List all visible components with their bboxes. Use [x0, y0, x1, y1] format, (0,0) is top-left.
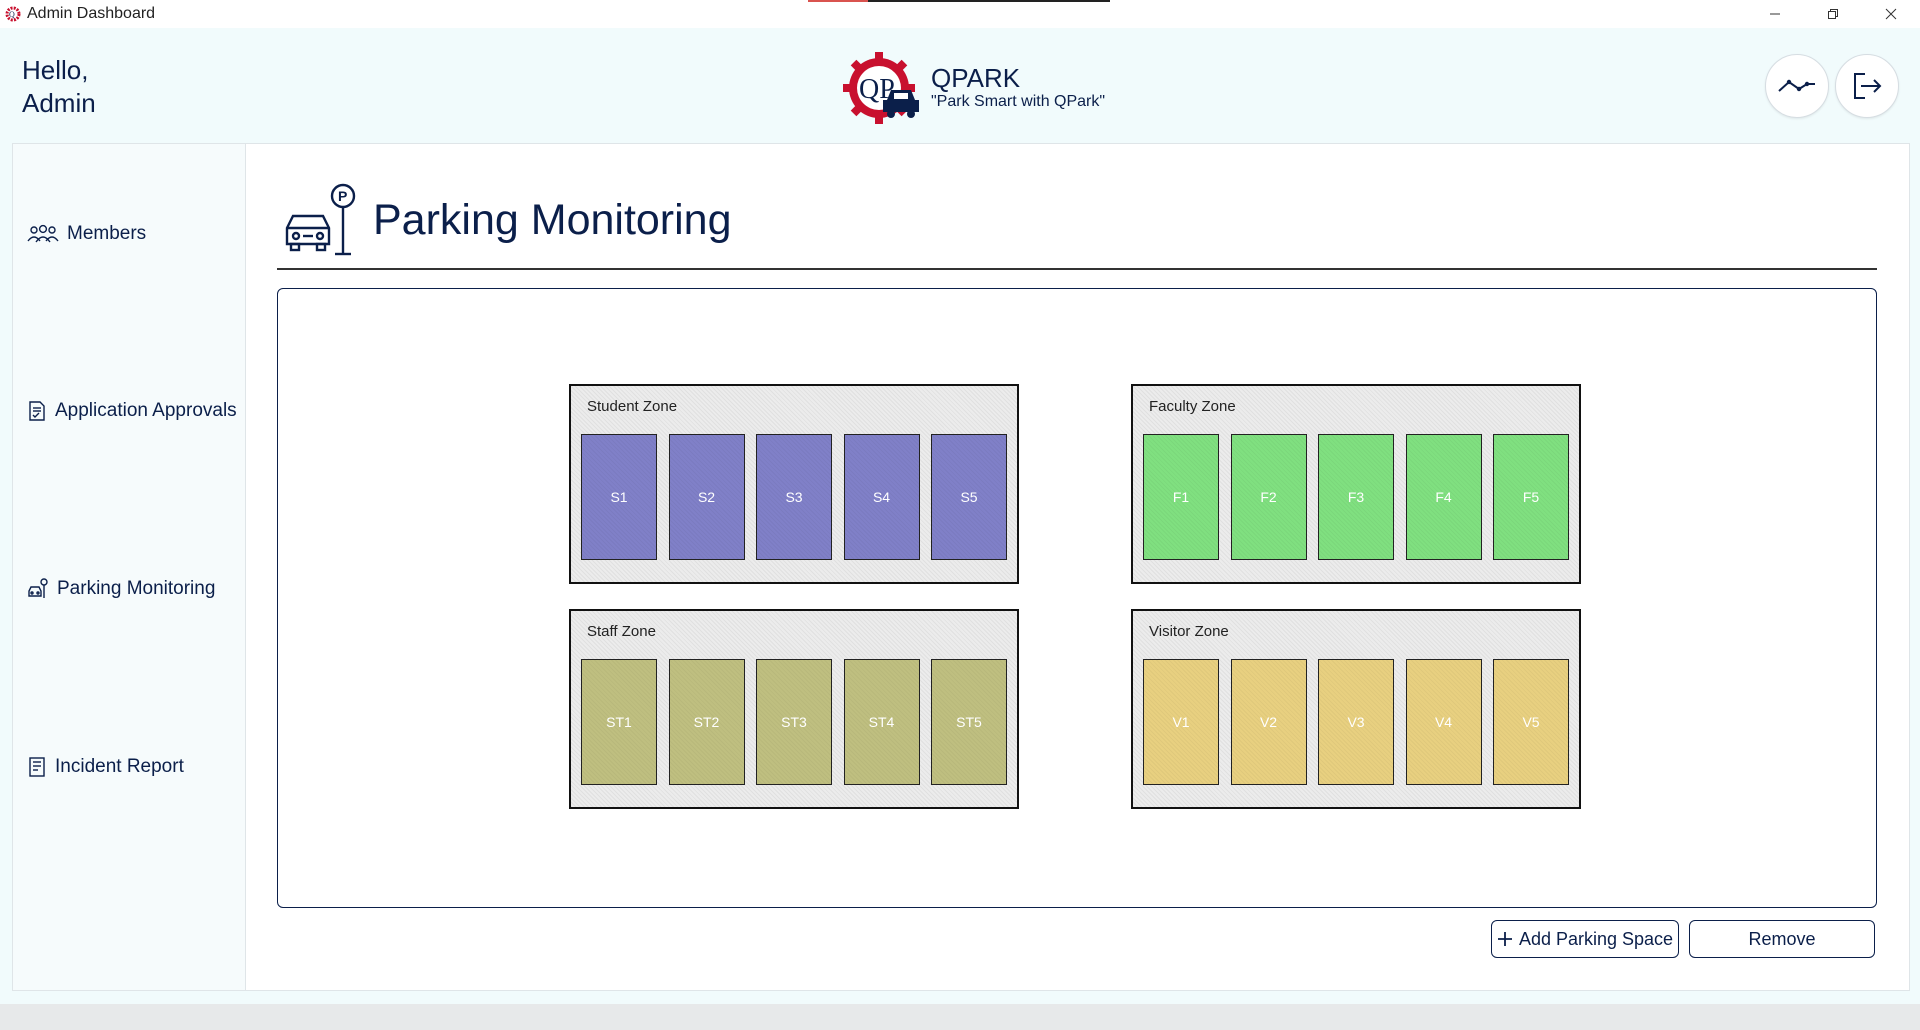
restore-button[interactable] — [1804, 0, 1862, 28]
parking-map: Student Zone S1 S2 S3 S4 S5 Faculty Zone F1 F… — [277, 288, 1877, 908]
sidebar-item-label: Members — [67, 223, 147, 244]
sidebar-item-parking-monitoring[interactable]: Parking Monitoring — [27, 578, 215, 600]
parking-slot-v1[interactable]: V1 — [1143, 659, 1219, 785]
greeting-line-1: Hello, — [22, 55, 89, 85]
parking-slot-st2[interactable]: ST2 — [668, 659, 745, 785]
sidebar-item-members[interactable]: Members — [27, 223, 146, 245]
window-controls — [1746, 0, 1920, 28]
greeting: Hello, Admin — [22, 54, 96, 120]
zone-name: Visitor Zone — [1149, 623, 1229, 640]
app-window: Hello, Admin QP QPARK "Park Smart with Q… — [0, 28, 1920, 1004]
restore-icon — [1828, 9, 1838, 19]
zone-name: Student Zone — [587, 398, 678, 415]
parking-slot-v4[interactable]: V4 — [1405, 659, 1482, 785]
status-bar — [0, 1004, 1920, 1030]
sidebar-item-label: Application Approvals — [55, 400, 237, 421]
zone-staff: Staff Zone ST1 ST2 ST3 ST4 ST5 — [569, 609, 1019, 809]
brand: QP QPARK "Park Smart with QPark" — [841, 48, 1105, 128]
svg-text:Q: Q — [9, 10, 15, 19]
svg-text:P: P — [338, 188, 347, 204]
car-parking-sign-icon: P — [285, 183, 356, 256]
parking-slot-s1[interactable]: S1 — [581, 434, 657, 560]
parking-slot-s4[interactable]: S4 — [843, 434, 920, 560]
page-header: P Parking Monitoring — [283, 182, 732, 258]
brand-name: QPARK — [931, 63, 1021, 93]
main-panel: Members Application Approvals Parking Mo… — [12, 143, 1910, 991]
sidebar-item-incident-report[interactable]: Incident Report — [27, 756, 184, 778]
parking-slot-f1[interactable]: F1 — [1143, 434, 1219, 560]
parking-slot-st3[interactable]: ST3 — [756, 659, 832, 785]
header: Hello, Admin QP QPARK "Park Smart with Q… — [0, 28, 1920, 141]
brand-tagline: "Park Smart with QPark" — [931, 93, 1106, 110]
logout-button[interactable] — [1835, 54, 1899, 118]
close-button[interactable] — [1862, 0, 1920, 28]
window-title: Admin Dashboard — [27, 5, 156, 22]
qpark-logo-icon: QP — [843, 52, 919, 124]
zone-visitor: Visitor Zone V1 V2 V3 V4 V5 — [1131, 609, 1581, 809]
minimize-button[interactable] — [1746, 0, 1804, 28]
add-parking-space-button[interactable]: Add Parking Space — [1491, 920, 1679, 958]
app-logo-icon: Q — [5, 6, 21, 22]
title-bar: Q Admin Dashboard — [0, 0, 1920, 28]
approvals-document-icon — [29, 401, 45, 421]
trend-line-icon — [1778, 79, 1815, 92]
parking-slot-s5[interactable]: S5 — [931, 434, 1007, 560]
sidebar: Members Application Approvals Parking Mo… — [13, 144, 246, 990]
minimize-icon — [1770, 13, 1780, 15]
parking-slot-v5[interactable]: V5 — [1493, 659, 1569, 785]
parking-slot-f4[interactable]: F4 — [1405, 434, 1482, 560]
add-parking-space-label: Add Parking Space — [1518, 928, 1674, 949]
title-divider — [277, 268, 1877, 270]
zone-name: Staff Zone — [587, 623, 656, 640]
greeting-username: Admin — [22, 88, 96, 118]
sidebar-item-application-approvals[interactable]: Application Approvals — [27, 400, 237, 422]
parking-slot-f2[interactable]: F2 — [1230, 434, 1307, 560]
parking-slot-st4[interactable]: ST4 — [843, 659, 920, 785]
parking-slot-f5[interactable]: F5 — [1493, 434, 1569, 560]
parking-slot-s2[interactable]: S2 — [668, 434, 745, 560]
parking-slot-v3[interactable]: V3 — [1318, 659, 1394, 785]
report-icon — [29, 757, 45, 777]
close-icon — [1885, 8, 1897, 20]
zone-faculty: Faculty Zone F1 F2 F3 F4 F5 — [1131, 384, 1581, 584]
parking-slot-s3[interactable]: S3 — [756, 434, 832, 560]
parking-slot-st1[interactable]: ST1 — [581, 659, 657, 785]
analytics-button[interactable] — [1765, 54, 1829, 118]
zone-name: Faculty Zone — [1149, 398, 1236, 415]
sidebar-item-label: Incident Report — [55, 756, 184, 777]
title-accent-line — [808, 0, 1110, 2]
remove-button[interactable]: Remove — [1689, 920, 1875, 958]
logout-icon — [1854, 73, 1882, 99]
remove-label: Remove — [1748, 928, 1816, 949]
page-title: Parking Monitoring — [373, 195, 732, 244]
parking-slot-st5[interactable]: ST5 — [931, 659, 1007, 785]
sidebar-item-label: Parking Monitoring — [57, 578, 216, 599]
car-parking-icon — [28, 578, 48, 598]
zone-student: Student Zone S1 S2 S3 S4 S5 — [569, 384, 1019, 584]
plus-icon — [1497, 932, 1512, 946]
people-icon — [27, 224, 59, 243]
parking-slot-v2[interactable]: V2 — [1230, 659, 1307, 785]
parking-slot-f3[interactable]: F3 — [1318, 434, 1394, 560]
